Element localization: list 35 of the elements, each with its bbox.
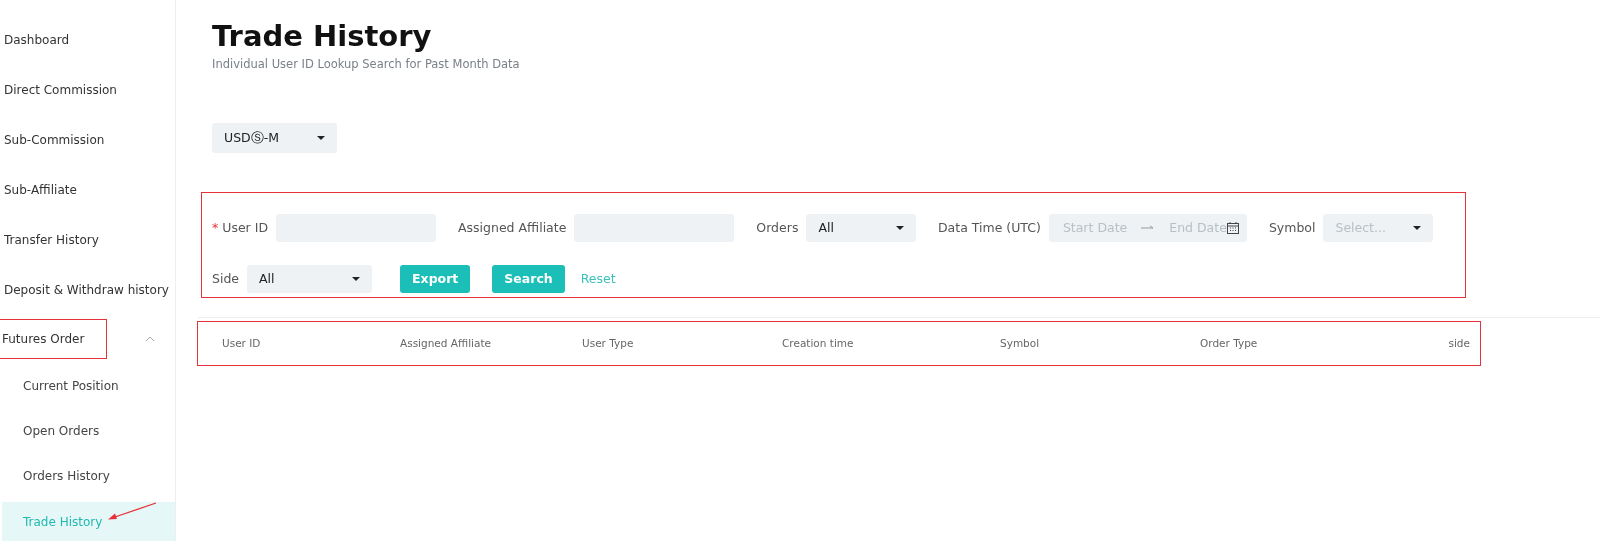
sidebar-item[interactable]: Direct Commission (0, 65, 175, 115)
column-header: side (1448, 335, 1470, 351)
sidebar-subitem[interactable]: Orders History (2, 453, 175, 498)
field-label: Side (212, 269, 240, 288)
select-field[interactable]: All (247, 265, 373, 294)
column-header: User Type (582, 335, 635, 351)
column-header: Order Type (1200, 335, 1259, 351)
column-header: Symbol (1000, 335, 1041, 351)
arrow-icon (1141, 225, 1156, 232)
select-field[interactable]: All (806, 214, 916, 243)
chevron-icon[interactable] (145, 336, 155, 342)
field-label: Data Time (UTC) (937, 218, 1041, 237)
sidebar-item[interactable]: Futures Order (0, 320, 107, 358)
sidebar-item[interactable]: Transfer History (0, 215, 175, 265)
caret-icon (1413, 226, 1421, 231)
calendar-icon[interactable] (1226, 222, 1239, 235)
sidebar-subitem[interactable]: Current Position (2, 363, 175, 408)
field-label: * User ID (212, 218, 268, 237)
field-label: Assigned Affiliate (458, 218, 567, 237)
column-header: Assigned Affiliate (400, 335, 492, 351)
page-title: Trade History (212, 19, 433, 54)
caret-icon (317, 136, 325, 141)
sidebar-item[interactable]: Dashboard (0, 15, 175, 65)
sidebar-item[interactable]: Sub-Commission (0, 115, 175, 165)
caret-icon (352, 277, 361, 282)
field-label: Orders (756, 218, 799, 237)
market-dropdown[interactable]: USDⓈ-M (212, 123, 337, 154)
sidebar-item[interactable]: Sub-Affiliate (0, 165, 175, 215)
field-label: Symbol (1268, 218, 1316, 237)
sidebar-subitem[interactable]: Open Orders (2, 408, 175, 453)
sidebar-item[interactable]: Deposit & Withdraw history (0, 265, 175, 315)
column-header: User ID (222, 335, 262, 351)
column-header: Creation time (782, 335, 855, 351)
caret-icon (895, 226, 904, 231)
page-subtitle: Individual User ID Lookup Search for Past Month Data (212, 55, 521, 73)
